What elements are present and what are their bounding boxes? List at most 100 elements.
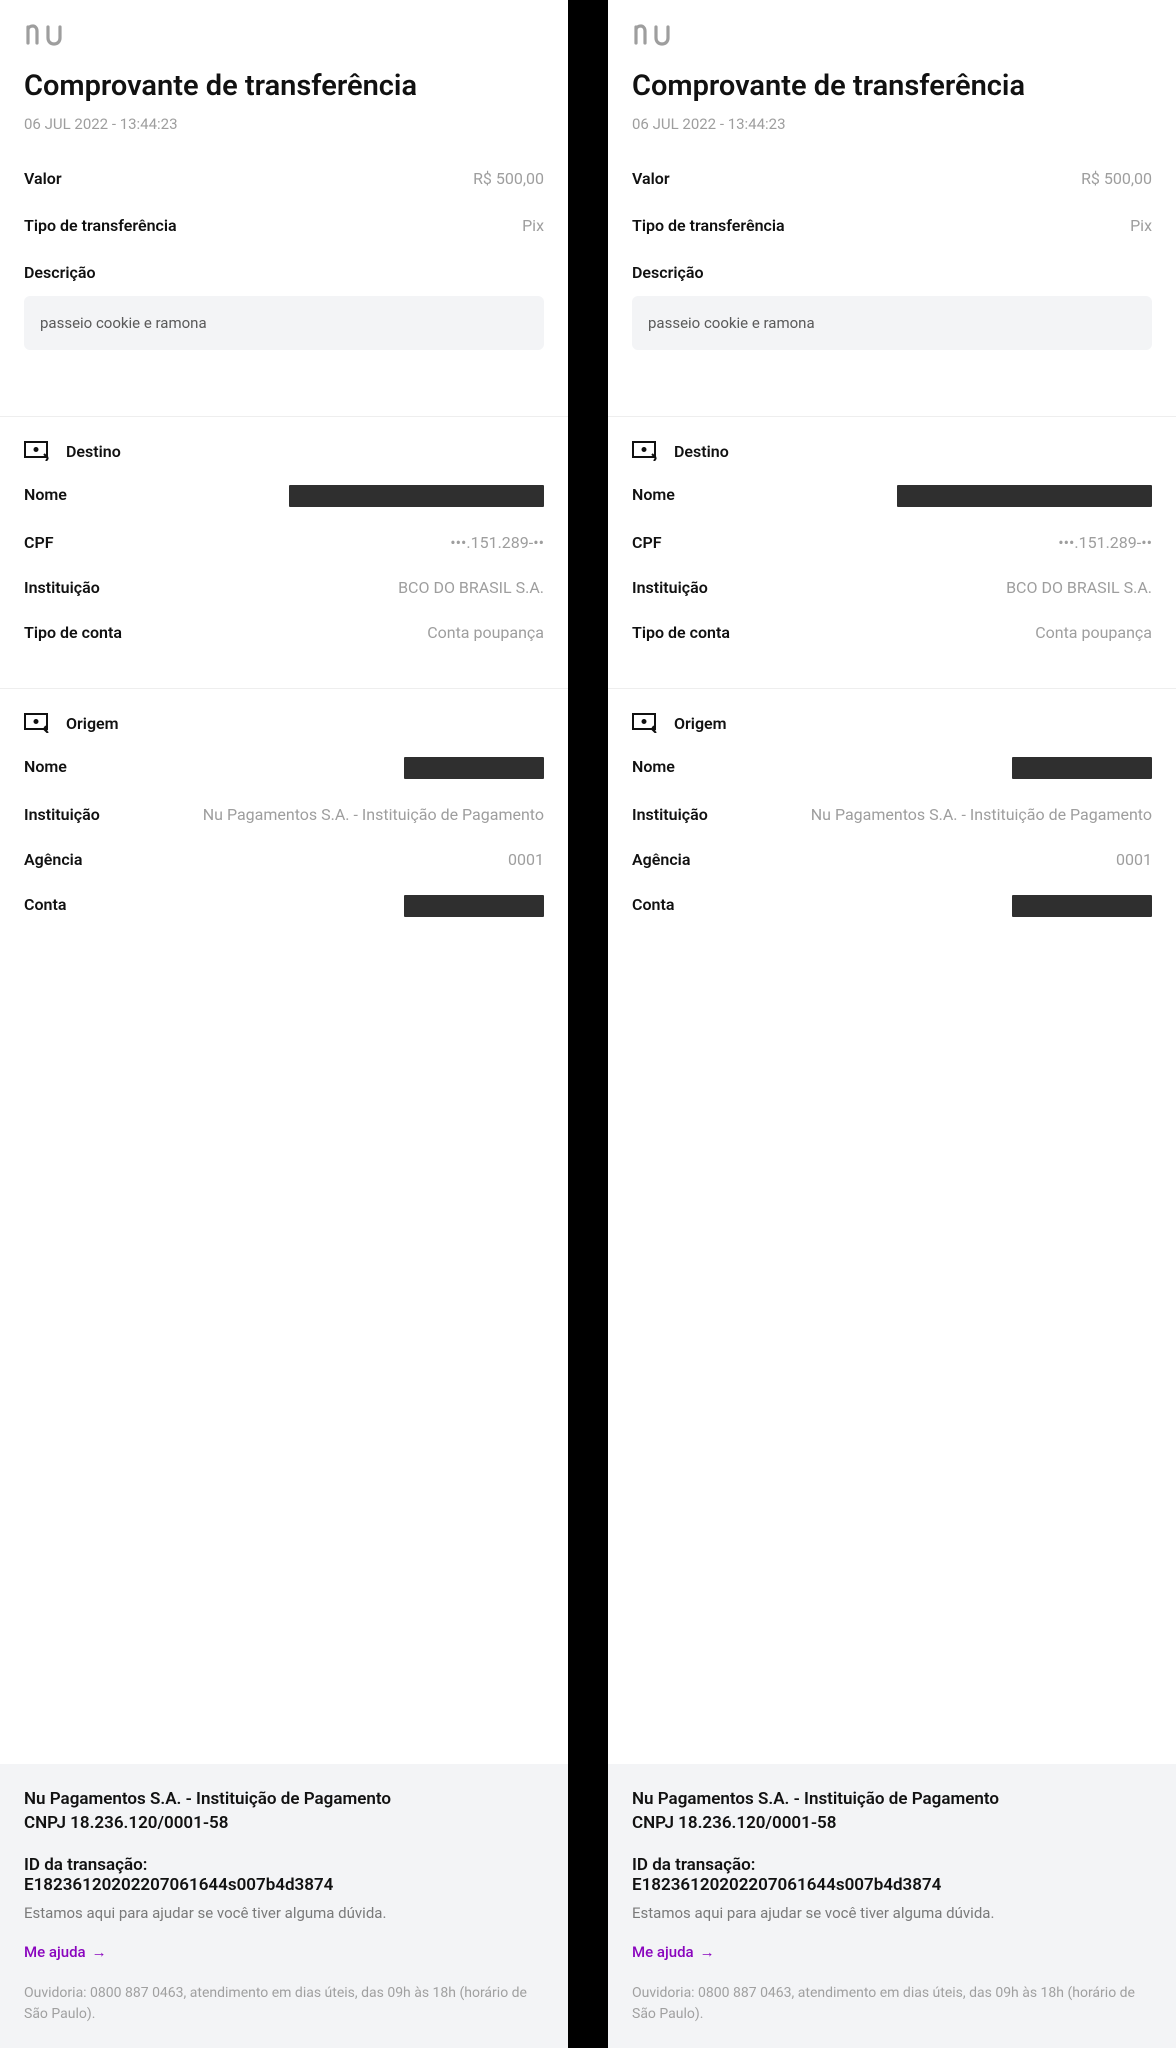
footer-tx-id: E18236120202207061644s007b4d3874 xyxy=(24,1875,544,1895)
help-link-label: Me ajuda xyxy=(24,1943,86,1961)
destination-header: Destino xyxy=(0,417,568,485)
footer-company: Nu Pagamentos S.A. - Instituição de Paga… xyxy=(24,1788,544,1812)
dest-institution-value: BCO DO BRASIL S.A. xyxy=(398,578,544,597)
footer-tx-label: ID da transação: xyxy=(24,1855,544,1875)
footer-cnpj: CNPJ 18.236.120/0001-58 xyxy=(632,1813,1152,1833)
dest-name-row: Nome xyxy=(632,485,1152,507)
destination-title: Destino xyxy=(66,442,121,461)
receipt-header: Comprovante de transferência 06 JUL 2022… xyxy=(608,0,1176,416)
origin-institution-row: Instituição Nu Pagamentos S.A. - Institu… xyxy=(24,805,544,824)
origin-name-redacted xyxy=(1012,757,1152,779)
description-label: Descrição xyxy=(24,263,544,282)
origin-body: Nome Instituição Nu Pagamentos S.A. - In… xyxy=(0,757,568,963)
origin-account-redacted xyxy=(1012,895,1152,917)
amount-label: Valor xyxy=(24,169,62,188)
origin-name-label: Nome xyxy=(632,757,675,776)
origin-header: Origem xyxy=(0,689,568,757)
dest-name-row: Nome xyxy=(24,485,544,507)
receipt-header: Comprovante de transferência 06 JUL 2022… xyxy=(0,0,568,416)
origin-institution-row: Instituição Nu Pagamentos S.A. - Institu… xyxy=(632,805,1152,824)
origin-body: Nome Instituição Nu Pagamentos S.A. - In… xyxy=(608,757,1176,963)
origin-name-row: Nome xyxy=(24,757,544,779)
amount-value: R$ 500,00 xyxy=(1081,169,1152,188)
origin-institution-label: Instituição xyxy=(24,805,100,824)
dest-name-label: Nome xyxy=(24,485,67,504)
transfer-type-row: Tipo de transferência Pix xyxy=(24,216,544,235)
dest-account-type-row: Tipo de conta Conta poupança xyxy=(632,623,1152,642)
origin-institution-value: Nu Pagamentos S.A. - Instituição de Paga… xyxy=(203,805,544,824)
destination-header: Destino xyxy=(608,417,1176,485)
datetime: 06 JUL 2022 - 13:44:23 xyxy=(24,115,544,133)
arrow-right-icon: → xyxy=(700,1943,715,1961)
receipt-left: Comprovante de transferência 06 JUL 2022… xyxy=(0,0,568,2048)
footer: Nu Pagamentos S.A. - Instituição de Paga… xyxy=(608,1764,1176,2048)
transfer-type-value: Pix xyxy=(1130,216,1152,235)
receipt-right: Comprovante de transferência 06 JUL 2022… xyxy=(608,0,1176,2048)
dest-name-label: Nome xyxy=(632,485,675,504)
dest-cpf-label: CPF xyxy=(24,533,54,552)
origin-name-redacted xyxy=(404,757,544,779)
origin-name-label: Nome xyxy=(24,757,67,776)
destination-body: Nome CPF •••.151.289-•• Instituição BCO … xyxy=(608,485,1176,688)
description-box: passeio cookie e ramona xyxy=(24,296,544,350)
origin-institution-value: Nu Pagamentos S.A. - Instituição de Paga… xyxy=(811,805,1152,824)
origin-account-redacted xyxy=(404,895,544,917)
page-title: Comprovante de transferência xyxy=(632,68,1152,105)
amount-value: R$ 500,00 xyxy=(473,169,544,188)
transfer-type-label: Tipo de transferência xyxy=(632,216,785,235)
description-label: Descrição xyxy=(632,263,1152,282)
datetime: 06 JUL 2022 - 13:44:23 xyxy=(632,115,1152,133)
page-title: Comprovante de transferência xyxy=(24,68,544,105)
nubank-logo xyxy=(24,24,544,50)
dest-cpf-label: CPF xyxy=(632,533,662,552)
dest-account-type-row: Tipo de conta Conta poupança xyxy=(24,623,544,642)
arrow-right-icon: → xyxy=(92,1943,107,1961)
origin-agency-label: Agência xyxy=(24,850,82,869)
dest-account-type-value: Conta poupança xyxy=(1035,623,1152,642)
dest-name-redacted xyxy=(289,485,544,507)
origin-agency-row: Agência 0001 xyxy=(24,850,544,869)
origin-name-row: Nome xyxy=(632,757,1152,779)
help-link[interactable]: Me ajuda → xyxy=(632,1943,715,1961)
destination-icon xyxy=(24,441,50,461)
origin-institution-label: Instituição xyxy=(632,805,708,824)
origin-account-row: Conta xyxy=(632,895,1152,917)
amount-row: Valor R$ 500,00 xyxy=(632,169,1152,188)
help-link-label: Me ajuda xyxy=(632,1943,694,1961)
footer-help-text: Estamos aqui para ajudar se você tiver a… xyxy=(632,1903,1152,1924)
nubank-logo xyxy=(632,24,1152,50)
footer-ouvidoria: Ouvidoria: 0800 887 0463, atendimento em… xyxy=(632,1983,1152,2024)
dest-cpf-value: •••.151.289-•• xyxy=(1058,533,1152,552)
dest-account-type-value: Conta poupança xyxy=(427,623,544,642)
dest-name-redacted xyxy=(897,485,1152,507)
dest-institution-label: Instituição xyxy=(24,578,100,597)
amount-row: Valor R$ 500,00 xyxy=(24,169,544,188)
origin-agency-value: 0001 xyxy=(1116,850,1152,869)
footer: Nu Pagamentos S.A. - Instituição de Paga… xyxy=(0,1764,568,2048)
origin-title: Origem xyxy=(674,714,727,733)
footer-cnpj: CNPJ 18.236.120/0001-58 xyxy=(24,1813,544,1833)
dest-cpf-row: CPF •••.151.289-•• xyxy=(24,533,544,552)
dest-institution-value: BCO DO BRASIL S.A. xyxy=(1006,578,1152,597)
footer-help-text: Estamos aqui para ajudar se você tiver a… xyxy=(24,1903,544,1924)
destination-icon xyxy=(632,441,658,461)
origin-account-label: Conta xyxy=(24,895,66,914)
dest-account-type-label: Tipo de conta xyxy=(24,623,122,642)
origin-agency-value: 0001 xyxy=(508,850,544,869)
footer-ouvidoria: Ouvidoria: 0800 887 0463, atendimento em… xyxy=(24,1983,544,2024)
dest-institution-row: Instituição BCO DO BRASIL S.A. xyxy=(24,578,544,597)
origin-account-row: Conta xyxy=(24,895,544,917)
origin-icon xyxy=(632,713,658,733)
origin-icon xyxy=(24,713,50,733)
footer-company: Nu Pagamentos S.A. - Instituição de Paga… xyxy=(632,1788,1152,1812)
footer-tx-id: E18236120202207061644s007b4d3874 xyxy=(632,1875,1152,1895)
origin-title: Origem xyxy=(66,714,119,733)
help-link[interactable]: Me ajuda → xyxy=(24,1943,107,1961)
origin-agency-label: Agência xyxy=(632,850,690,869)
description-box: passeio cookie e ramona xyxy=(632,296,1152,350)
origin-account-label: Conta xyxy=(632,895,674,914)
destination-title: Destino xyxy=(674,442,729,461)
dest-cpf-row: CPF •••.151.289-•• xyxy=(632,533,1152,552)
transfer-type-row: Tipo de transferência Pix xyxy=(632,216,1152,235)
dest-account-type-label: Tipo de conta xyxy=(632,623,730,642)
